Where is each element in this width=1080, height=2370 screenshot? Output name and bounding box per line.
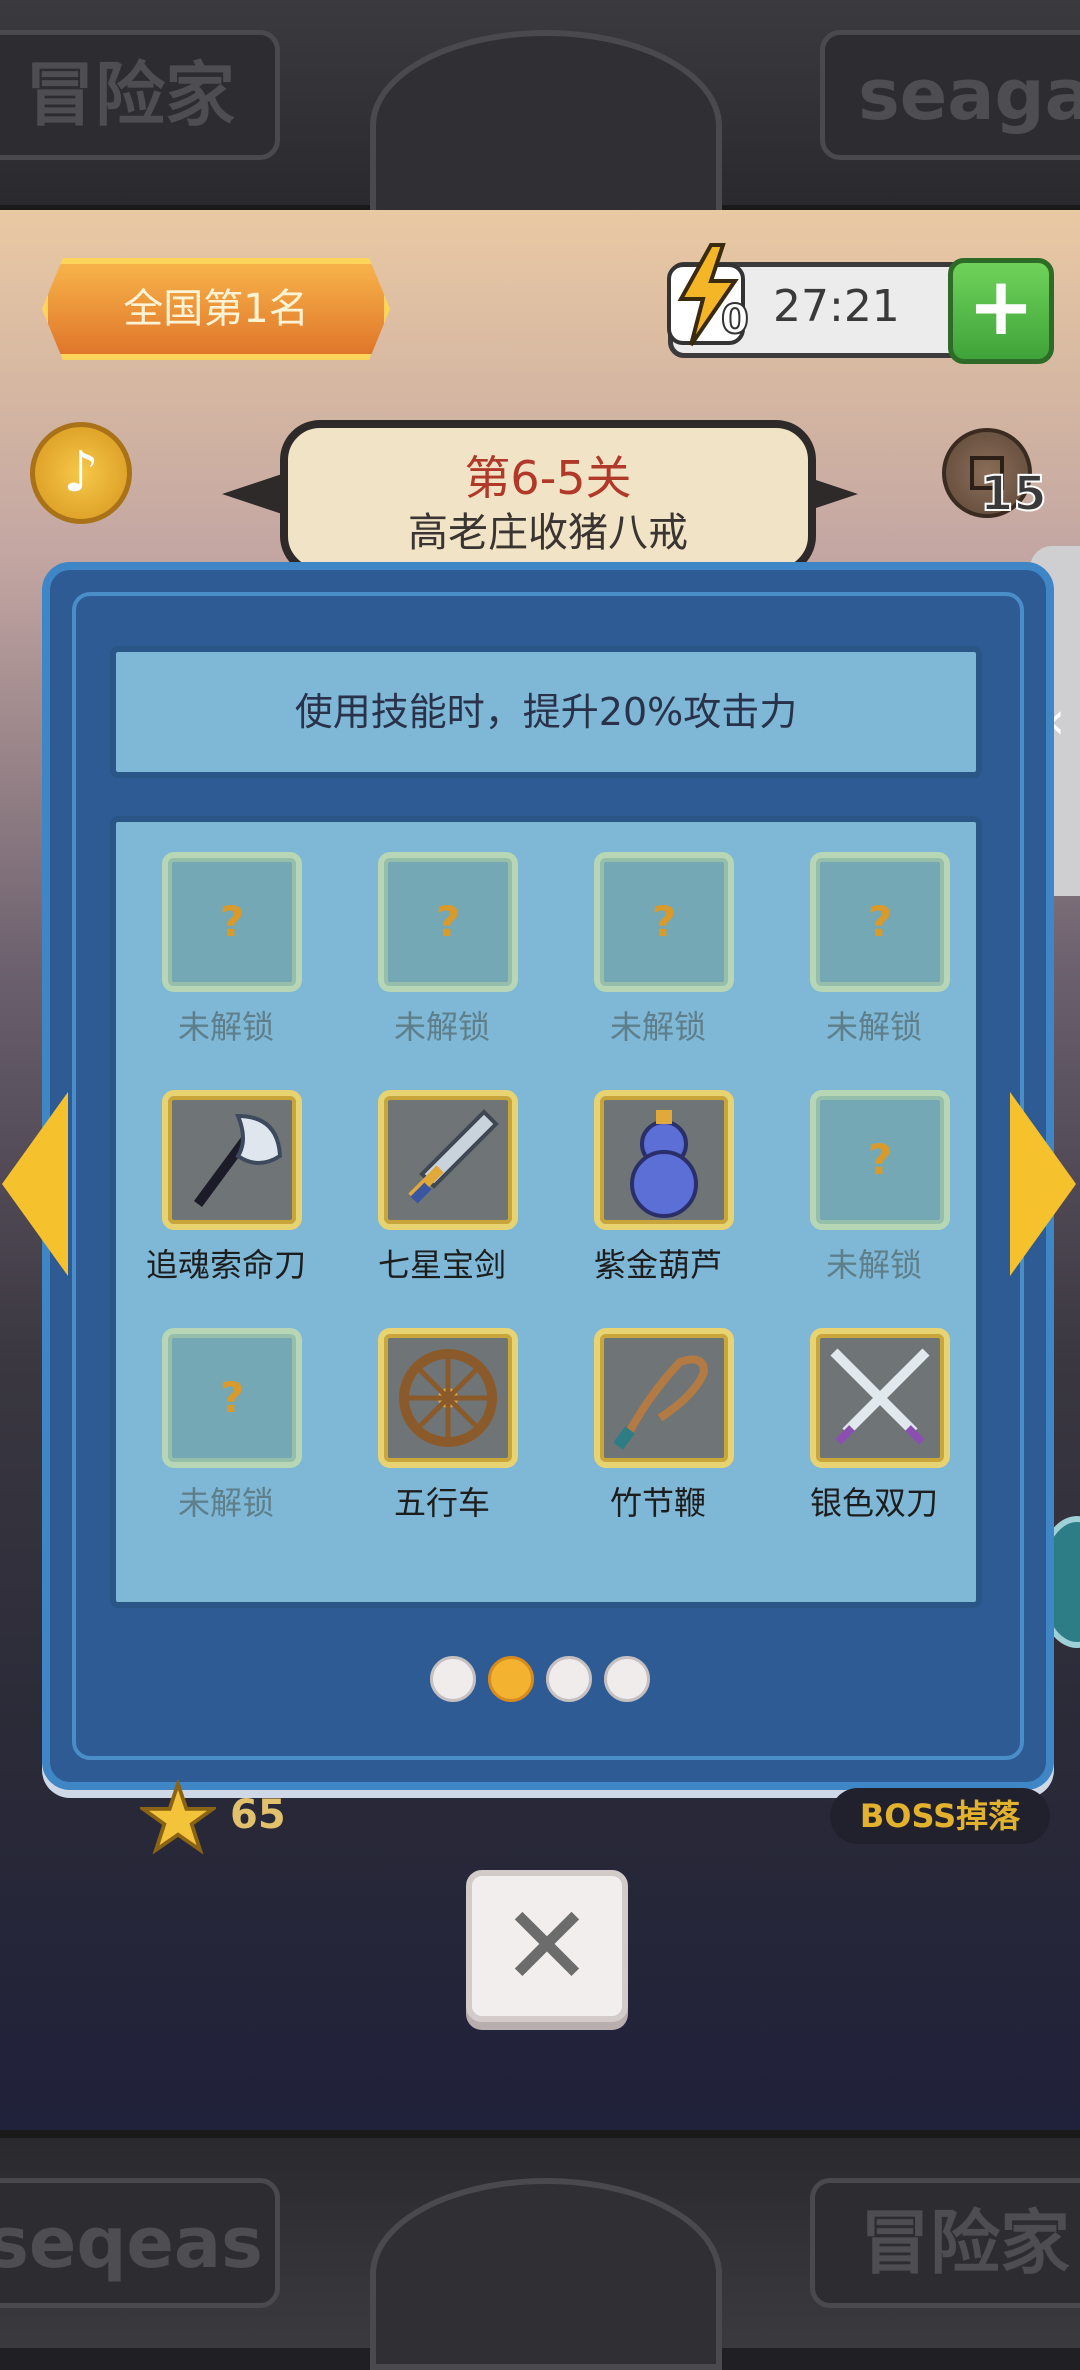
page-dot-active[interactable]: [488, 1656, 534, 1702]
treasure-slot-sword[interactable]: 七星宝剑: [332, 1090, 552, 1290]
footer-right-plate: 冒险家: [810, 2178, 1080, 2308]
star-counter: 65: [140, 1780, 290, 1860]
wheel-icon: [399, 1349, 497, 1447]
treasure-slot-wheel[interactable]: 五行车: [332, 1328, 552, 1528]
level-title-plate: 第6-5关 高老庄收猪八戒: [280, 420, 816, 576]
ornament-knot: [370, 2178, 722, 2370]
level-plate-left-wing: [222, 474, 282, 514]
question-icon: ?: [219, 897, 245, 946]
question-icon: ?: [435, 897, 461, 946]
treasure-slot[interactable]: ? 未解锁: [764, 852, 984, 1052]
gourd-icon: [630, 1110, 698, 1218]
treasure-label: 未解锁: [177, 1008, 274, 1046]
question-icon: ?: [867, 1135, 893, 1184]
treasure-slot[interactable]: ? 未解锁: [332, 852, 552, 1052]
page-indicator: [430, 1656, 650, 1702]
treasure-label: 七星宝剑: [377, 1246, 506, 1284]
energy-count: 0: [720, 296, 750, 344]
add-energy-button[interactable]: +: [948, 258, 1054, 364]
treasure-slot[interactable]: ? 未解锁: [116, 852, 336, 1052]
treasure-label: 银色双刀: [809, 1484, 938, 1522]
question-icon: ?: [867, 897, 893, 946]
ornament-knot: [370, 30, 722, 222]
treasure-slot[interactable]: ? 未解锁: [116, 1328, 336, 1528]
page-dot[interactable]: [430, 1656, 476, 1702]
treasure-label: 未解锁: [825, 1008, 922, 1046]
axe-blade-icon: [193, 1113, 283, 1207]
treasure-label: 竹节鞭: [609, 1484, 706, 1522]
header-left-plate: 冒险家: [0, 30, 280, 160]
level-title: 第6-5关: [464, 451, 632, 505]
sword-icon: [408, 1109, 499, 1204]
rank-badge[interactable]: 全国第1名: [42, 258, 390, 360]
page-dot[interactable]: [604, 1656, 650, 1702]
page-dot[interactable]: [546, 1656, 592, 1702]
treasure-slot-whip[interactable]: 竹节鞭: [548, 1328, 768, 1528]
energy-bar: 0 27:21: [667, 243, 968, 358]
whip-icon: [613, 1355, 709, 1450]
level-subtitle: 高老庄收猪八戒: [408, 510, 688, 556]
treasure-slot-gourd[interactable]: 紫金葫芦: [548, 1090, 768, 1290]
close-icon: ✕: [500, 1882, 594, 2010]
plus-icon: +: [967, 260, 1035, 353]
energy-timer: 27:21: [773, 281, 900, 332]
bonus-description: 使用技能时，提升20%攻击力: [110, 646, 982, 778]
treasure-label: 追魂索命刀: [145, 1246, 306, 1284]
question-icon: ?: [651, 897, 677, 946]
treasure-slot-twin-blades[interactable]: 银色双刀: [764, 1328, 984, 1528]
next-page-arrow-icon[interactable]: [1010, 1092, 1076, 1276]
boss-drop-label[interactable]: BOSS掉落: [830, 1788, 1050, 1844]
previous-page-arrow-icon[interactable]: [2, 1092, 68, 1276]
treasure-slot-axe[interactable]: 追魂索命刀: [116, 1090, 336, 1290]
footer-left-plate: seqeas: [0, 2178, 280, 2308]
coin-count: 15: [979, 465, 1048, 523]
star-icon: [140, 1780, 216, 1855]
music-note-icon: ♪: [63, 440, 99, 505]
top-frame: 冒险家 seaga: [0, 0, 1080, 222]
treasure-label: 紫金葫芦: [593, 1246, 722, 1284]
treasure-label: 未解锁: [177, 1484, 274, 1522]
treasure-label: 五行车: [393, 1484, 490, 1522]
music-toggle-button[interactable]: ♪: [30, 422, 132, 524]
treasure-label: 未解锁: [393, 1008, 490, 1046]
star-count: 65: [230, 1792, 286, 1838]
treasure-grid: ? 未解锁 ? 未解锁 ? 未解锁 ? 未解锁 追魂索命刀 七星宝剑 紫金葫芦 …: [110, 816, 982, 1608]
close-button[interactable]: ✕: [466, 1870, 628, 2022]
treasure-slot[interactable]: ? 未解锁: [764, 1090, 984, 1290]
treasure-slot[interactable]: ? 未解锁: [548, 852, 768, 1052]
treasure-label: 未解锁: [609, 1008, 706, 1046]
header-right-plate: seaga: [820, 30, 1080, 160]
bottom-frame: seqeas 冒险家: [0, 2130, 1080, 2370]
twin-blades-icon: [830, 1348, 930, 1445]
treasure-label: 未解锁: [825, 1246, 922, 1284]
question-icon: ?: [219, 1373, 245, 1422]
